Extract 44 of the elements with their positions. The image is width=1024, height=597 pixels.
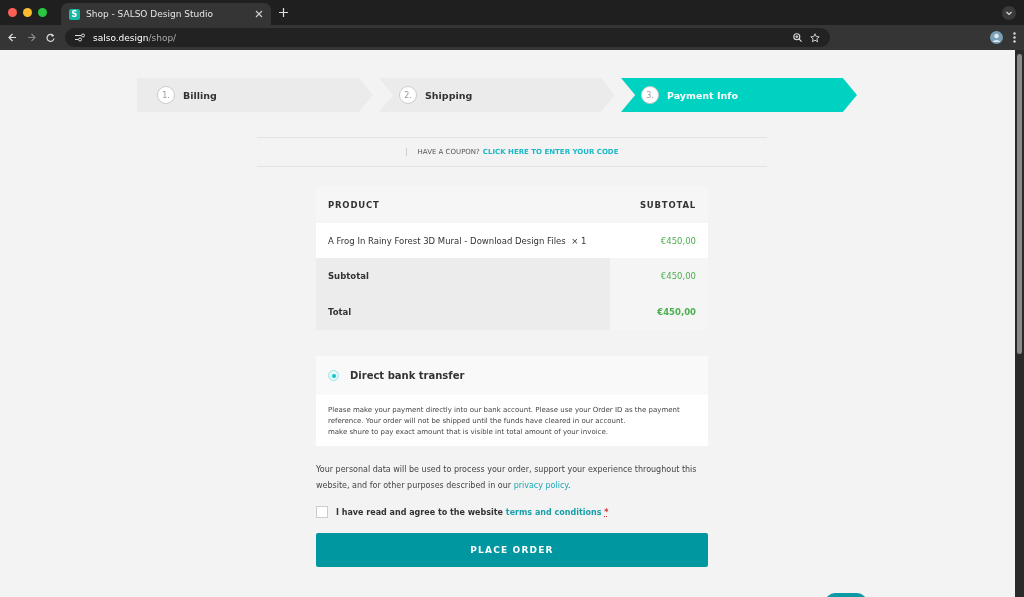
price: €450,00 (657, 307, 696, 317)
menu-icon[interactable] (1013, 32, 1016, 43)
zoom-window-button[interactable] (38, 8, 47, 17)
step-label: Shipping (425, 89, 473, 101)
tab-search-icon[interactable] (1002, 5, 1016, 20)
reload-icon[interactable] (46, 33, 55, 42)
favicon: S (69, 8, 80, 20)
radio-button[interactable] (328, 370, 339, 381)
privacy-policy-link[interactable]: privacy policy (513, 481, 568, 490)
scrollbar[interactable] (1015, 50, 1024, 597)
column-header: PRODUCT (328, 199, 380, 210)
privacy-notice: Your personal data will be used to process your order, support your experience throughout this website, and for other purposes described in our privacy policy. (316, 464, 698, 492)
address-bar[interactable]: salso.design/shop/ (65, 28, 830, 47)
row-label: A Frog In Rainy Forest 3D Mural - Download Design Files × 1 (328, 235, 587, 246)
price: €450,00 (660, 235, 696, 246)
step-number: 2. (399, 86, 417, 104)
site-info-icon[interactable] (75, 33, 85, 42)
zoom-icon[interactable] (793, 33, 802, 42)
checkout-step[interactable]: 2. Shipping (379, 78, 615, 112)
row-label: Total (328, 307, 352, 317)
price: €450,00 (660, 271, 696, 281)
profile-avatar-icon[interactable] (990, 31, 1003, 44)
new-tab-icon[interactable] (279, 8, 288, 17)
column-header: SUBTOTAL (639, 199, 696, 210)
step-label: Payment Info (667, 89, 738, 101)
minimize-window-button[interactable] (23, 8, 32, 17)
checkout-step[interactable]: 1. Billing (137, 78, 373, 112)
tab-title: Shop - SALSO Design Studio (86, 9, 214, 19)
place-order-button[interactable]: PLACE ORDER (316, 533, 708, 567)
step-number: 1. (157, 86, 175, 104)
close-icon[interactable] (255, 10, 263, 18)
step-number: 3. (641, 86, 659, 104)
forward-icon[interactable] (27, 33, 36, 42)
checkbox[interactable] (316, 506, 328, 518)
checkout-step[interactable]: 3. Payment Info (621, 78, 857, 112)
browser-tab[interactable]: S Shop - SALSO Design Studio (61, 3, 271, 25)
terms-label: I have read and agree to the website terms and conditions * (336, 507, 609, 517)
back-icon[interactable] (8, 33, 17, 42)
bookmark-star-icon[interactable] (810, 32, 820, 43)
step-label: Billing (183, 89, 217, 101)
payment-method-label: Direct bank transfer (350, 370, 465, 381)
terms-link[interactable]: terms and conditions (505, 507, 602, 517)
row-label: Subtotal (328, 271, 369, 281)
close-window-button[interactable] (8, 8, 17, 17)
